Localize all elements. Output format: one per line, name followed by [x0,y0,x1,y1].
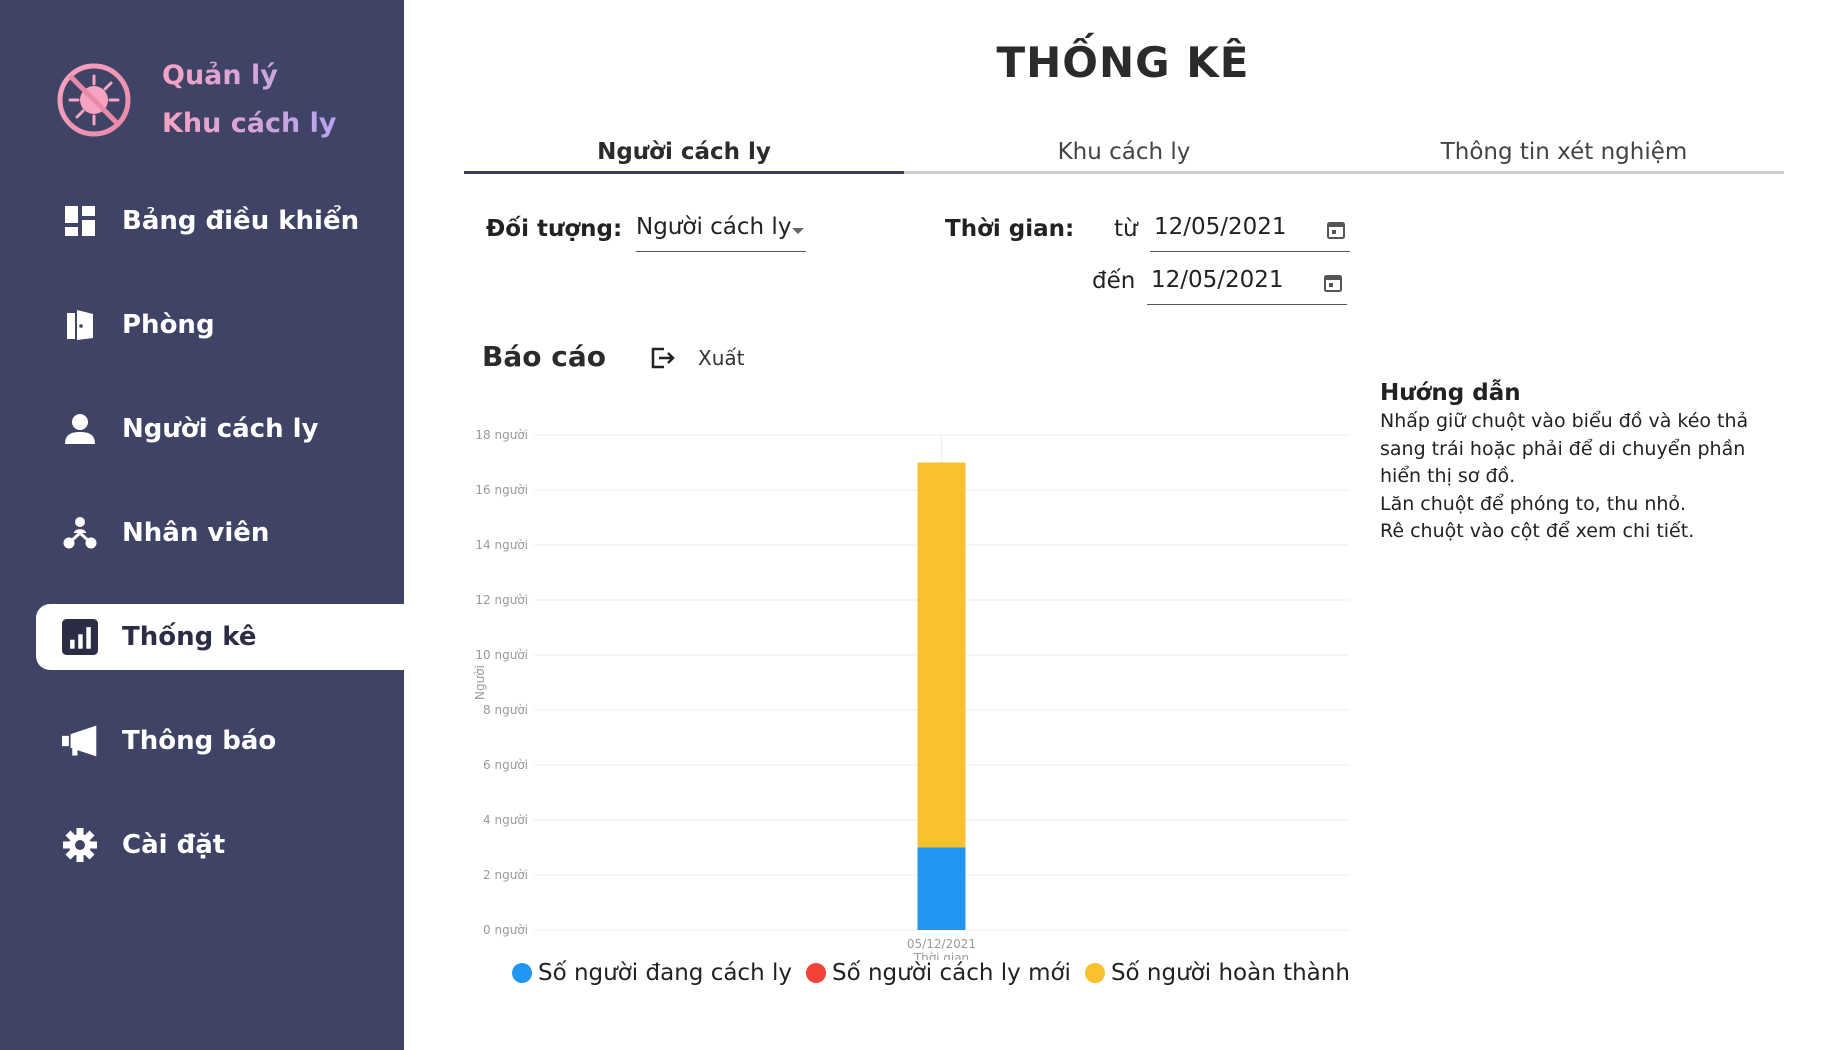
sidebar-item-label: Nhân viên [122,518,270,548]
calendar-icon[interactable] [1326,220,1346,240]
legend-label: Số người cách ly mới [831,960,1071,986]
y-axis-label: Người [473,665,487,700]
guide-panel: Hướng dẫn Nhấp giữ chuột vào biểu đồ và … [1380,380,1800,546]
sidebar-item-staff[interactable]: Nhân viên [36,500,404,566]
export-label: Xuất [698,346,745,370]
stacked-bar-chart[interactable]: 0 người 2 người 4 người 6 người 8 người 10 ng… [464,400,1364,960]
guide-line: hiển thị sơ đồ. [1380,465,1516,487]
y-tick-label: 18 người [475,428,528,442]
tab-bar: Người cách ly Khu cách ly Thông tin xét … [464,130,1784,174]
virus-blocked-logo-icon [57,63,131,137]
guide-line: Nhấp giữ chuột vào biểu đồ và kéo thả [1380,410,1749,432]
subject-select[interactable]: Người cách ly [636,214,806,252]
to-date-value: 12/05/2021 [1151,267,1284,293]
sidebar-item-statistics[interactable]: Thống kê [36,604,408,670]
y-tick-label: 8 người [483,703,528,717]
tab-quarantine-area[interactable]: Khu cách ly [904,130,1344,171]
legend-label: Số người đang cách ly [538,960,792,986]
from-date-value: 12/05/2021 [1154,214,1287,240]
sidebar-item-label: Thống kê [122,622,257,652]
guide-title: Hướng dẫn [1380,380,1521,406]
y-tick-label: 16 người [475,483,528,497]
door-icon [62,307,98,343]
tab-test-info[interactable]: Thông tin xét nghiệm [1344,130,1784,171]
y-tick-label: 12 người [475,593,528,607]
sidebar-item-dashboard[interactable]: Bảng điều khiển [36,188,404,254]
legend-item-completed[interactable]: Số người hoàn thành [1084,960,1350,986]
y-tick-label: 6 người [483,758,528,772]
guide-line: Rê chuột vào cột để xem chi tiết. [1380,520,1695,542]
x-axis-label: Thời gian [913,951,969,960]
y-tick-label: 4 người [483,813,528,827]
y-tick-label: 0 người [483,923,528,937]
bar-segment[interactable] [917,462,966,848]
sidebar-item-label: Thông báo [122,726,277,756]
from-label: từ [1114,216,1138,242]
sidebar: Quản lý Khu cách ly Bảng điều khiển Phòn… [0,0,408,1050]
sidebar-item-settings[interactable]: Cài đặt [36,812,404,878]
tab-quarantined[interactable]: Người cách ly [464,130,904,174]
sidebar-item-quarantined[interactable]: Người cách ly [36,396,404,462]
bar-segment[interactable] [917,847,966,931]
page-title: THỐNG KÊ [996,38,1250,87]
calendar-icon[interactable] [1323,273,1343,293]
export-icon [651,347,675,369]
legend-dot [512,963,532,983]
y-tick-label: 10 người [475,648,528,662]
brand-line-1: Quản lý [162,60,278,91]
gear-icon [62,827,98,863]
legend-dot [1084,963,1105,983]
legend-item-active[interactable]: Số người đang cách ly [512,960,792,986]
legend-item-new[interactable]: Số người cách ly mới [805,960,1071,986]
person-icon [62,411,98,447]
sidebar-nav: Bảng điều khiển Phòng Người cách ly Nhân… [36,188,408,916]
subject-label: Đối tượng: [486,216,623,242]
main-content: THỐNG KÊ Người cách ly Khu cách ly Thông… [404,0,1842,1050]
sidebar-item-rooms[interactable]: Phòng [36,292,404,358]
from-date-field[interactable]: 12/05/2021 [1150,214,1350,252]
sidebar-item-label: Cài đặt [122,830,226,860]
y-tick-label: 2 người [483,868,528,882]
chart-legend: Số người đang cách ly Số người cách ly m… [512,960,1364,986]
caret-down-icon [792,228,804,234]
sidebar-item-notifications[interactable]: Thông báo [36,708,404,774]
dashboard-icon [62,203,98,239]
x-tick-label: 05/12/2021 [907,937,976,951]
to-label: đến [1092,268,1136,294]
legend-dot [805,963,826,983]
bar-chart-icon [62,619,98,655]
guide-line: sang trái hoặc phải để di chuyển phần [1380,437,1746,460]
megaphone-icon [62,723,98,759]
legend-label: Số người hoàn thành [1110,960,1350,986]
brand-line-2: Khu cách ly [162,108,337,139]
guide-line: Lăn chuột để phóng to, thu nhỏ. [1380,492,1687,515]
report-title: Báo cáo [482,340,606,373]
subject-select-value: Người cách ly [636,214,792,240]
sidebar-item-label: Phòng [122,310,215,340]
sidebar-item-label: Người cách ly [122,414,319,444]
staff-icon [62,515,98,551]
time-label: Thời gian: [945,216,1075,242]
y-tick-label: 14 người [475,538,528,552]
sidebar-item-label: Bảng điều khiển [122,206,360,236]
export-button[interactable]: Xuất [650,346,744,370]
to-date-field[interactable]: 12/05/2021 [1147,267,1347,305]
brand: Quản lý Khu cách ly [56,52,336,148]
